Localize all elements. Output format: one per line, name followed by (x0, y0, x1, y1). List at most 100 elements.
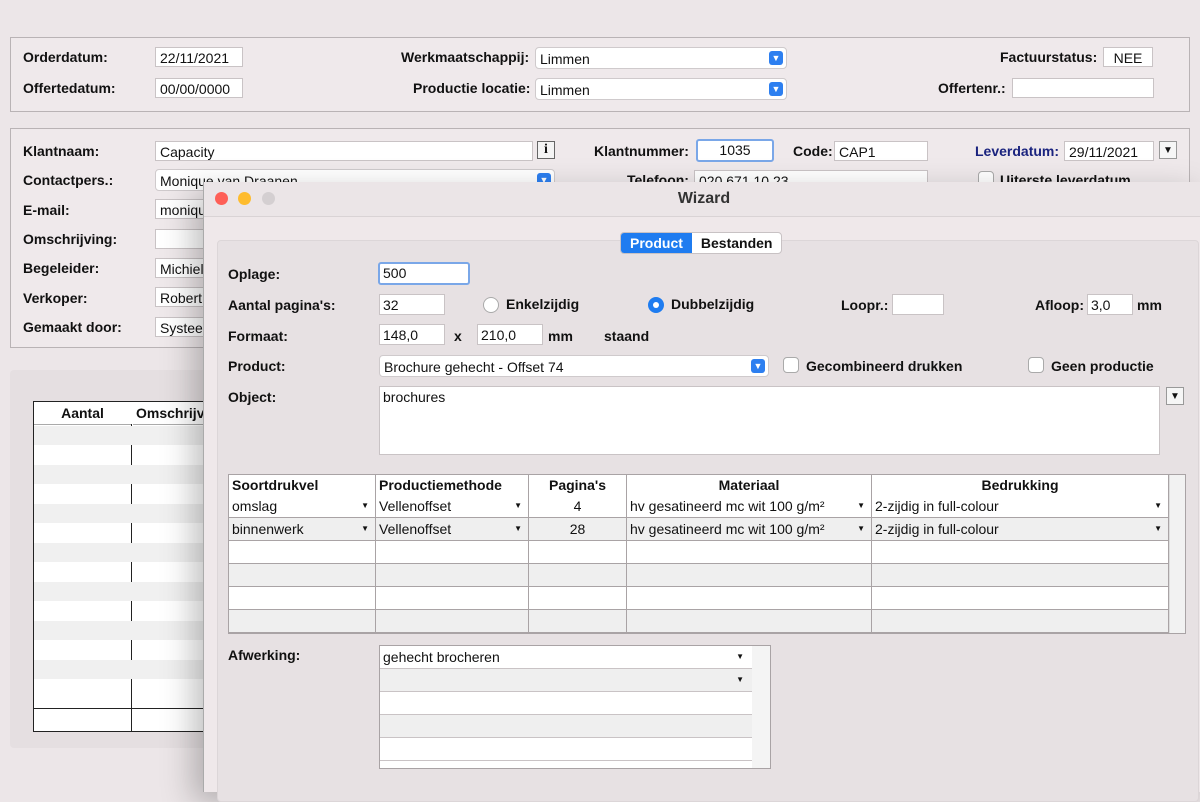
cell-empty[interactable] (376, 564, 529, 586)
cell-productiemethode[interactable]: Vellenoffset ▼ (376, 518, 529, 540)
table-row[interactable] (34, 660, 212, 679)
table-row[interactable] (229, 564, 1169, 587)
table-row[interactable] (34, 426, 212, 445)
productielocatie-select[interactable]: Limmen ▼ (535, 78, 787, 100)
col-header-bedrukking[interactable]: Bedrukking (872, 475, 1169, 495)
offertedatum-field[interactable]: 00/00/0000 (155, 78, 243, 98)
table-row[interactable] (34, 543, 212, 562)
production-table[interactable]: Soortdrukvel Productiemethode Pagina's M… (228, 474, 1186, 634)
orderdatum-field[interactable]: 22/11/2021 (155, 47, 243, 67)
afwerking-item[interactable]: gehecht brocheren ▼ (380, 646, 752, 669)
code-field[interactable]: CAP1 (834, 141, 928, 161)
cell-empty[interactable] (529, 587, 627, 609)
enkelzijdig-radio[interactable] (483, 297, 499, 313)
col-header-productiemethode[interactable]: Productiemethode (376, 475, 529, 495)
order-lines-table[interactable]: Aantal Omschrijving (33, 401, 213, 732)
col-header-aantal[interactable]: Aantal (34, 402, 131, 425)
afwerking-list[interactable]: gehecht brocheren ▼ ▼ (379, 645, 771, 769)
caret-down-icon: ▼ (857, 524, 865, 533)
afwerking-item[interactable] (380, 715, 752, 738)
col-header-soortdrukvel[interactable]: Soortdrukvel (229, 475, 376, 495)
gecombineerd-checkbox[interactable] (783, 357, 799, 373)
oplage-field[interactable]: 500 (378, 262, 470, 285)
afwerking-item[interactable]: ▼ (380, 669, 752, 692)
productielocatie-value: Limmen (540, 82, 590, 98)
afwerking-scrollbar-track[interactable] (752, 646, 770, 768)
cell-bedrukking[interactable]: 2-zijdig in full-colour ▼ (872, 495, 1169, 517)
tab-bestanden[interactable]: Bestanden (692, 233, 782, 253)
cell-soortdrukvel[interactable]: omslag ▼ (229, 495, 376, 517)
table-row[interactable]: omslag ▼ Vellenoffset ▼ 4 hv gesatineerd m… (229, 495, 1169, 518)
cell-paginas[interactable]: 28 (529, 518, 627, 540)
cell-empty[interactable] (627, 541, 872, 563)
object-dropdown-icon[interactable]: ▼ (1166, 387, 1184, 405)
cell-empty[interactable] (872, 610, 1169, 632)
cell-empty[interactable] (229, 564, 376, 586)
cell-empty[interactable] (627, 564, 872, 586)
cell-empty[interactable] (529, 564, 627, 586)
factuurstatus-label: Factuurstatus: (1000, 49, 1098, 65)
leverdatum-field[interactable]: 29/11/2021 (1064, 141, 1154, 161)
werkmaatschappij-select[interactable]: Limmen ▼ (535, 47, 787, 69)
cell-empty[interactable] (376, 541, 529, 563)
tab-product[interactable]: Product (621, 233, 692, 253)
formaat-unit: mm (548, 328, 573, 344)
table-scrollbar-track[interactable] (1169, 475, 1185, 633)
table-row[interactable] (229, 541, 1169, 564)
cell-empty[interactable] (229, 610, 376, 632)
cell-empty[interactable] (627, 610, 872, 632)
table-row[interactable] (34, 504, 212, 523)
table-row[interactable]: binnenwerk ▼ Vellenoffset ▼ 28 hv gesatine… (229, 518, 1169, 541)
klantnaam-field[interactable]: Capacity (155, 141, 533, 161)
formaat-height-field[interactable]: 210,0 (477, 324, 543, 345)
afwerking-item[interactable] (380, 692, 752, 715)
col-header-paginas[interactable]: Pagina's (529, 475, 627, 495)
caret-down-icon: ▼ (1154, 501, 1162, 510)
table-row[interactable] (229, 587, 1169, 610)
cell-soortdrukvel[interactable]: binnenwerk ▼ (229, 518, 376, 540)
geen-productie-label: Geen productie (1051, 358, 1154, 374)
caret-down-icon: ▼ (736, 675, 744, 684)
col-header-materiaal[interactable]: Materiaal (627, 475, 872, 495)
cell-materiaal[interactable]: hv gesatineerd mc wit 100 g/m² ▼ (627, 495, 872, 517)
enkelzijdig-label: Enkelzijdig (506, 296, 580, 312)
afloop-field[interactable]: 3,0 (1087, 294, 1133, 315)
formaat-width-field[interactable]: 148,0 (379, 324, 445, 345)
table-row[interactable] (34, 465, 212, 484)
begeleider-label: Begeleider: (23, 260, 100, 276)
cell-productiemethode[interactable]: Vellenoffset ▼ (376, 495, 529, 517)
chevron-down-icon: ▼ (751, 359, 765, 373)
col-header-omschrijving[interactable]: Omschrijving (133, 402, 212, 425)
cell-empty[interactable] (229, 587, 376, 609)
afwerking-item[interactable] (380, 738, 752, 761)
loopr-field[interactable] (892, 294, 944, 315)
product-select[interactable]: Brochure gehecht - Offset 74 ▼ (379, 355, 769, 377)
factuurstatus-field[interactable]: NEE (1103, 47, 1153, 67)
klantnummer-field[interactable]: 1035 (696, 139, 774, 162)
dubbelzijdig-radio[interactable] (648, 297, 664, 313)
offertenr-field[interactable] (1012, 78, 1154, 98)
table-row[interactable] (229, 610, 1169, 633)
geen-productie-checkbox[interactable] (1028, 357, 1044, 373)
object-textarea[interactable]: brochures (379, 386, 1160, 455)
cell-empty[interactable] (229, 541, 376, 563)
cell-empty[interactable] (627, 587, 872, 609)
info-button[interactable]: i (537, 141, 555, 159)
cell-empty[interactable] (872, 587, 1169, 609)
cell-paginas[interactable]: 4 (529, 495, 627, 517)
cell-empty[interactable] (872, 564, 1169, 586)
cell-empty[interactable] (529, 610, 627, 632)
cell-materiaal[interactable]: hv gesatineerd mc wit 100 g/m² ▼ (627, 518, 872, 540)
cell-empty[interactable] (872, 541, 1169, 563)
cell-bedrukking[interactable]: 2-zijdig in full-colour ▼ (872, 518, 1169, 540)
leverdatum-dropdown-icon[interactable]: ▼ (1159, 141, 1177, 159)
table-row[interactable] (34, 582, 212, 601)
table-row[interactable] (34, 621, 212, 640)
gecombineerd-label: Gecombineerd drukken (806, 358, 963, 374)
chevron-down-icon: ▼ (769, 82, 783, 96)
aantal-paginas-field[interactable]: 32 (379, 294, 445, 315)
cell-empty[interactable] (529, 541, 627, 563)
cell-empty[interactable] (376, 610, 529, 632)
cell-empty[interactable] (376, 587, 529, 609)
dubbelzijdig-label: Dubbelzijdig (671, 296, 755, 312)
